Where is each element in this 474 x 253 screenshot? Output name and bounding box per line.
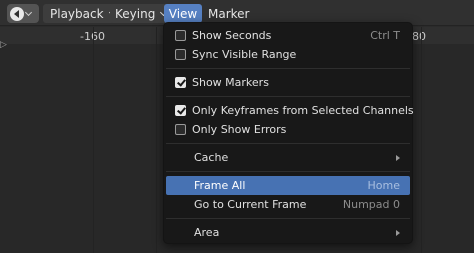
menu-view-label: View	[168, 6, 198, 21]
menu-marker[interactable]: Marker	[203, 4, 254, 23]
grid-line	[93, 27, 94, 253]
submenu-arrow-icon	[396, 229, 400, 236]
menu-separator	[166, 143, 410, 144]
menu-item-label: Frame All	[194, 179, 246, 192]
menu-playback[interactable]: Playback	[45, 4, 120, 23]
grid-line	[421, 27, 422, 253]
menu-separator	[166, 96, 410, 97]
menu-item-only-show-errors[interactable]: Only Show Errors	[166, 120, 410, 139]
menu-item-only-keyframes-selected[interactable]: Only Keyframes from Selected Channels	[166, 101, 414, 120]
menu-item-label: Sync Visible Range	[192, 48, 297, 61]
submenu-arrow-icon	[396, 154, 400, 161]
menu-item-frame-all[interactable]: Frame All Home	[166, 176, 410, 195]
checkbox-icon	[175, 124, 186, 135]
timeline-clock-icon	[10, 6, 24, 21]
menu-item-label: Only Show Errors	[192, 123, 287, 136]
menu-separator	[166, 218, 410, 219]
checkbox-icon	[175, 49, 186, 60]
menu-item-show-markers[interactable]: Show Markers	[166, 73, 410, 92]
menu-item-label: Show Seconds	[192, 29, 272, 42]
shortcut-label: Ctrl T	[370, 29, 400, 42]
menu-separator	[166, 68, 410, 69]
menu-marker-label: Marker	[208, 6, 250, 21]
shortcut-label: Numpad 0	[342, 198, 400, 211]
editor-type-selector[interactable]	[7, 4, 39, 23]
menu-item-label: Cache	[194, 151, 229, 164]
menu-item-cache[interactable]: Cache	[166, 148, 410, 167]
menu-item-label: Only Keyframes from Selected Channels	[192, 104, 414, 117]
grid-line	[156, 27, 157, 253]
checkbox-icon	[175, 30, 186, 41]
checkbox-checked-icon	[175, 105, 186, 116]
timeline-editor: Playback Keying View Marker -160 80 ▷ Sh…	[0, 0, 474, 253]
menu-playback-label: Playback	[50, 6, 104, 21]
menu-item-show-seconds[interactable]: Show Seconds Ctrl T	[166, 26, 410, 45]
menu-separator	[166, 171, 410, 172]
channel-expand-icon[interactable]: ▷	[0, 40, 10, 50]
menu-item-sync-visible-range[interactable]: Sync Visible Range	[166, 45, 410, 64]
menu-item-area[interactable]: Area	[166, 223, 410, 242]
menu-keying[interactable]: Keying	[110, 4, 172, 23]
menu-keying-label: Keying	[115, 6, 156, 21]
menu-item-label: Go to Current Frame	[194, 198, 307, 211]
view-menu-dropdown: Show Seconds Ctrl T Sync Visible Range S…	[163, 22, 414, 244]
chevron-down-icon	[24, 8, 33, 16]
checkbox-checked-icon	[175, 77, 186, 88]
menu-item-label: Show Markers	[192, 76, 269, 89]
menu-item-label: Area	[194, 226, 220, 239]
ruler-label: 80	[412, 30, 426, 43]
shortcut-label: Home	[367, 179, 400, 192]
menu-item-go-to-current-frame[interactable]: Go to Current Frame Numpad 0	[166, 195, 410, 214]
menu-view[interactable]: View	[164, 4, 202, 23]
